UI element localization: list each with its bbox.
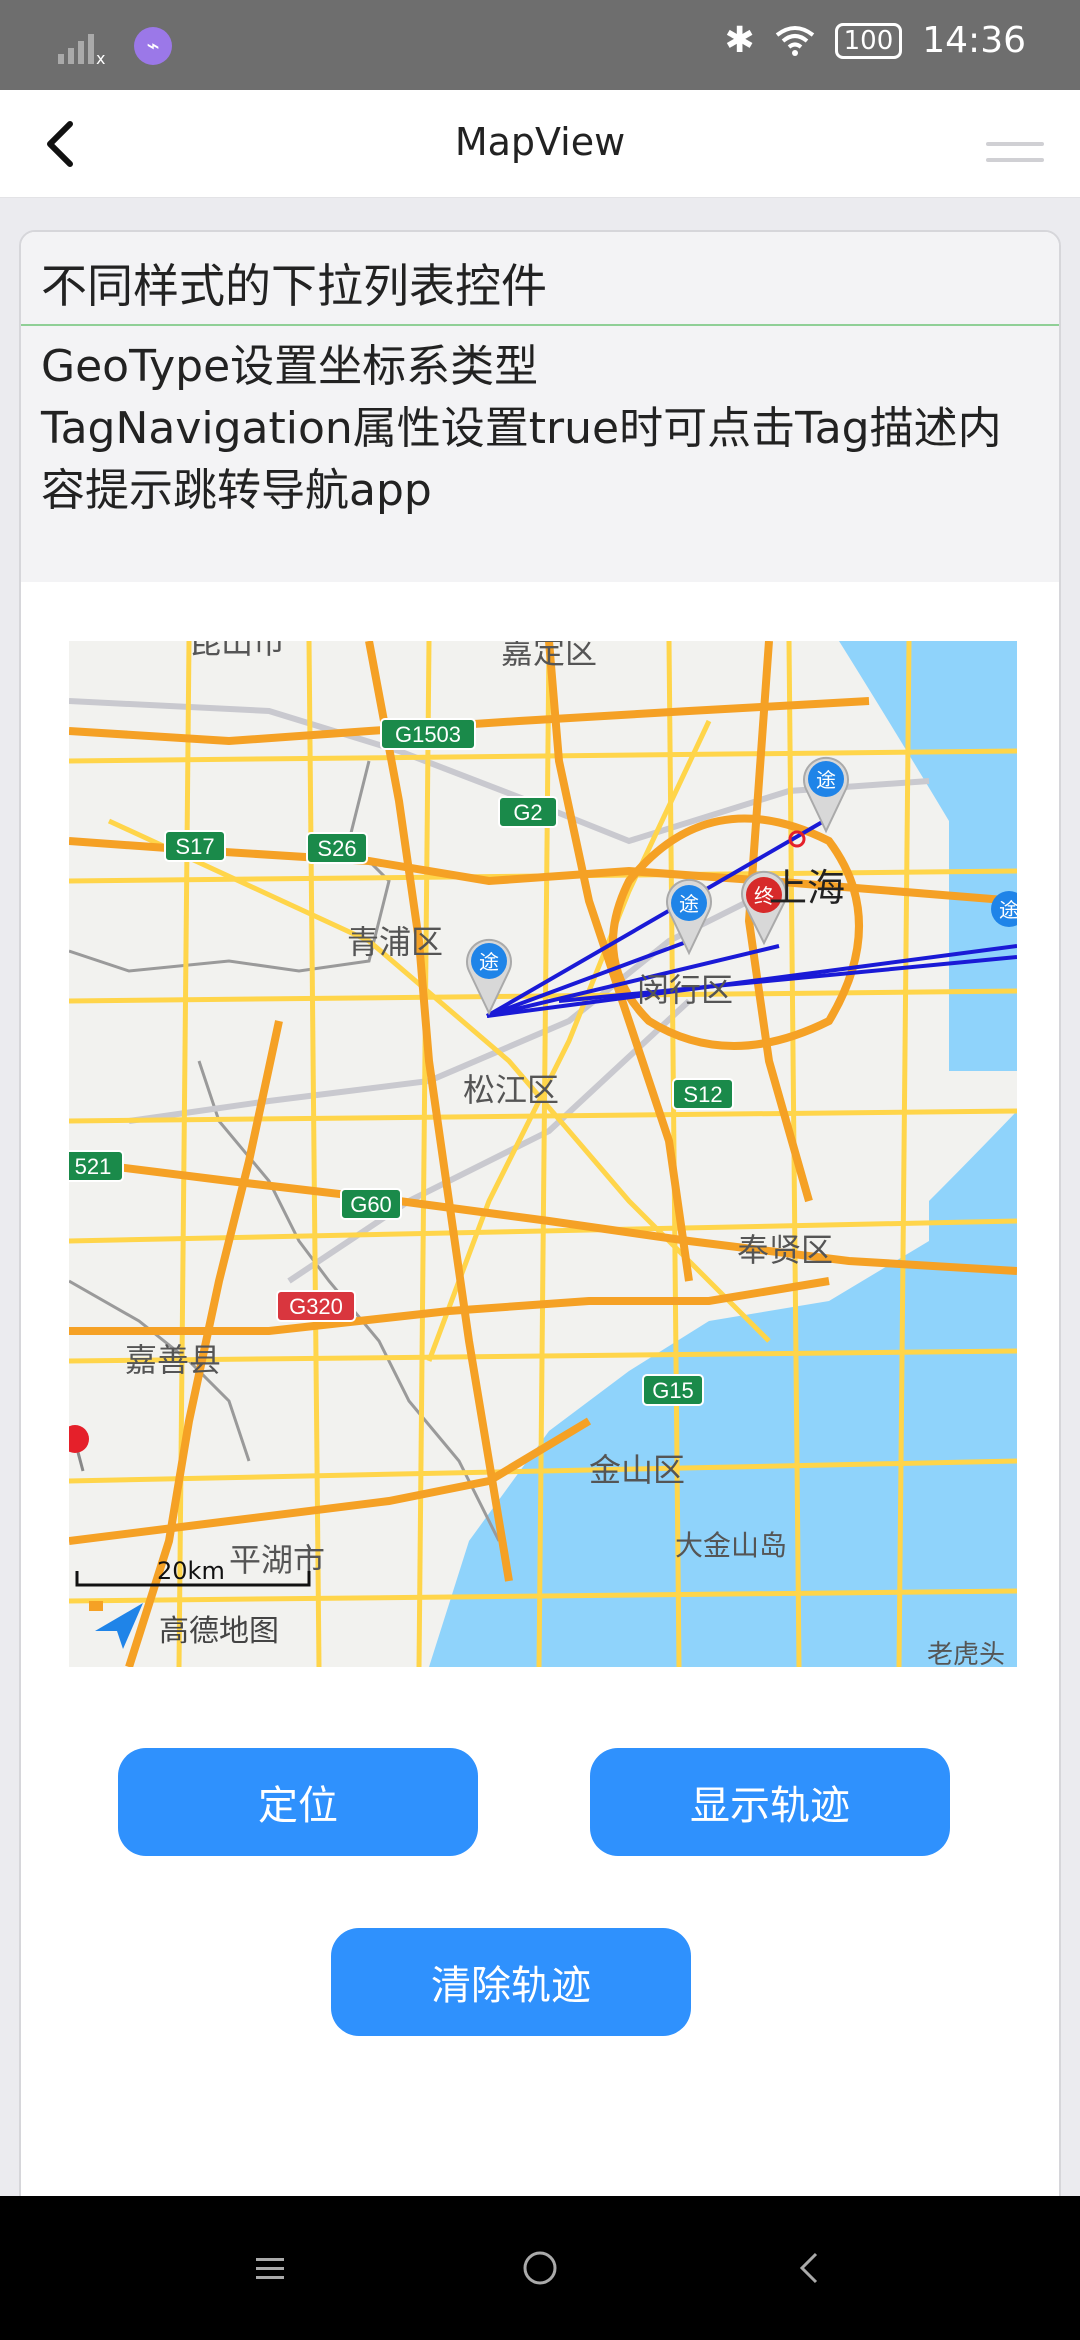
- svg-text:高德地图: 高德地图: [159, 1614, 279, 1649]
- menu-nav-icon[interactable]: [246, 2244, 294, 2292]
- svg-text:G60: G60: [350, 1192, 392, 1217]
- shield-g320: G320: [276, 1290, 356, 1322]
- via-marker-1[interactable]: 途: [466, 938, 512, 1016]
- label-jinshan: 金山区: [589, 1451, 685, 1489]
- red-pin-marker[interactable]: [69, 1425, 89, 1472]
- show-track-button[interactable]: 显示轨迹: [590, 1748, 950, 1856]
- clock: 14:36: [922, 20, 1026, 61]
- shield-g60: G60: [340, 1188, 402, 1220]
- description-line-1: GeoType设置坐标系类型: [41, 341, 539, 392]
- label-pinghu: 平湖市: [229, 1541, 325, 1579]
- svg-text:途: 途: [679, 892, 699, 916]
- map-view[interactable]: 途 途 终 途 途 G1503 G2 S17 S26 S12 G60 G320 …: [69, 641, 1017, 1667]
- map-canvas: 途 途 终 途 途 G1503 G2 S17 S26 S12 G60 G320 …: [69, 641, 1017, 1667]
- svg-text:S26: S26: [317, 836, 356, 861]
- usb-icon: ⌁: [134, 27, 172, 65]
- svg-text:G320: G320: [289, 1294, 343, 1319]
- status-right: ✱ 100 14:36: [724, 20, 1026, 61]
- status-bar: x ⌁ ✱ 100 14:36: [0, 0, 1080, 90]
- svg-text:G1503: G1503: [395, 722, 461, 747]
- shield-s26: S26: [306, 832, 368, 864]
- shield-s17: S17: [164, 830, 226, 862]
- bluetooth-icon: ✱: [724, 20, 755, 61]
- svg-text:S17: S17: [175, 834, 214, 859]
- label-jiading: 嘉定区: [501, 641, 597, 671]
- menu-icon[interactable]: [986, 142, 1044, 174]
- svg-text:x: x: [96, 49, 105, 66]
- label-fengxian: 奉贤区: [737, 1231, 833, 1269]
- label-songjiang: 松江区: [463, 1071, 559, 1109]
- shield-g15: G15: [642, 1374, 704, 1406]
- app-bar: MapView: [0, 90, 1080, 198]
- shield-g1503: G1503: [380, 718, 476, 750]
- status-left: x ⌁: [56, 26, 172, 66]
- svg-text:521: 521: [75, 1154, 112, 1179]
- svg-text:S12: S12: [683, 1082, 722, 1107]
- label-dajinshan: 大金山岛: [675, 1529, 787, 1562]
- card-header: 不同样式的下拉列表控件: [21, 232, 1059, 326]
- label-laohutou: 老虎头: [927, 1640, 1005, 1667]
- label-minhang: 闵行区: [637, 971, 733, 1009]
- card-description: GeoType设置坐标系类型 TagNavigation属性设置true时可点击…: [21, 326, 1059, 582]
- shield-g2: G2: [498, 796, 558, 828]
- label-qingpu: 青浦区: [347, 923, 443, 961]
- shield-s12: S12: [672, 1078, 734, 1110]
- system-nav-bar: [0, 2196, 1080, 2340]
- svg-text:途: 途: [816, 768, 836, 792]
- signal-icon: x: [58, 34, 105, 66]
- label-jiashan: 嘉善县: [125, 1341, 221, 1379]
- svg-text:20km: 20km: [157, 1557, 225, 1585]
- page-title: MapView: [454, 120, 626, 164]
- home-nav-icon[interactable]: [516, 2244, 564, 2292]
- locate-button[interactable]: 定位: [118, 1748, 478, 1856]
- label-shanghai: 上海: [769, 866, 845, 910]
- amap-logo: 高德地图: [89, 1601, 279, 1649]
- svg-text:途: 途: [479, 950, 499, 974]
- svg-text:G2: G2: [513, 800, 542, 825]
- clear-track-button[interactable]: 清除轨迹: [331, 1928, 691, 2036]
- svg-text:途: 途: [999, 898, 1017, 922]
- via-marker-3[interactable]: 途: [803, 756, 849, 834]
- label-kunshan: 昆山市: [189, 641, 285, 661]
- battery-icon: 100: [834, 22, 903, 59]
- wifi-icon: [775, 25, 814, 56]
- back-nav-icon[interactable]: [786, 2244, 834, 2292]
- sea-strip: [949, 641, 1017, 1071]
- svg-text:G15: G15: [652, 1378, 694, 1403]
- description-line-2: TagNavigation属性设置true时可点击Tag描述内容提示跳转导航ap…: [41, 403, 1002, 516]
- shield-521: 521: [69, 1150, 124, 1182]
